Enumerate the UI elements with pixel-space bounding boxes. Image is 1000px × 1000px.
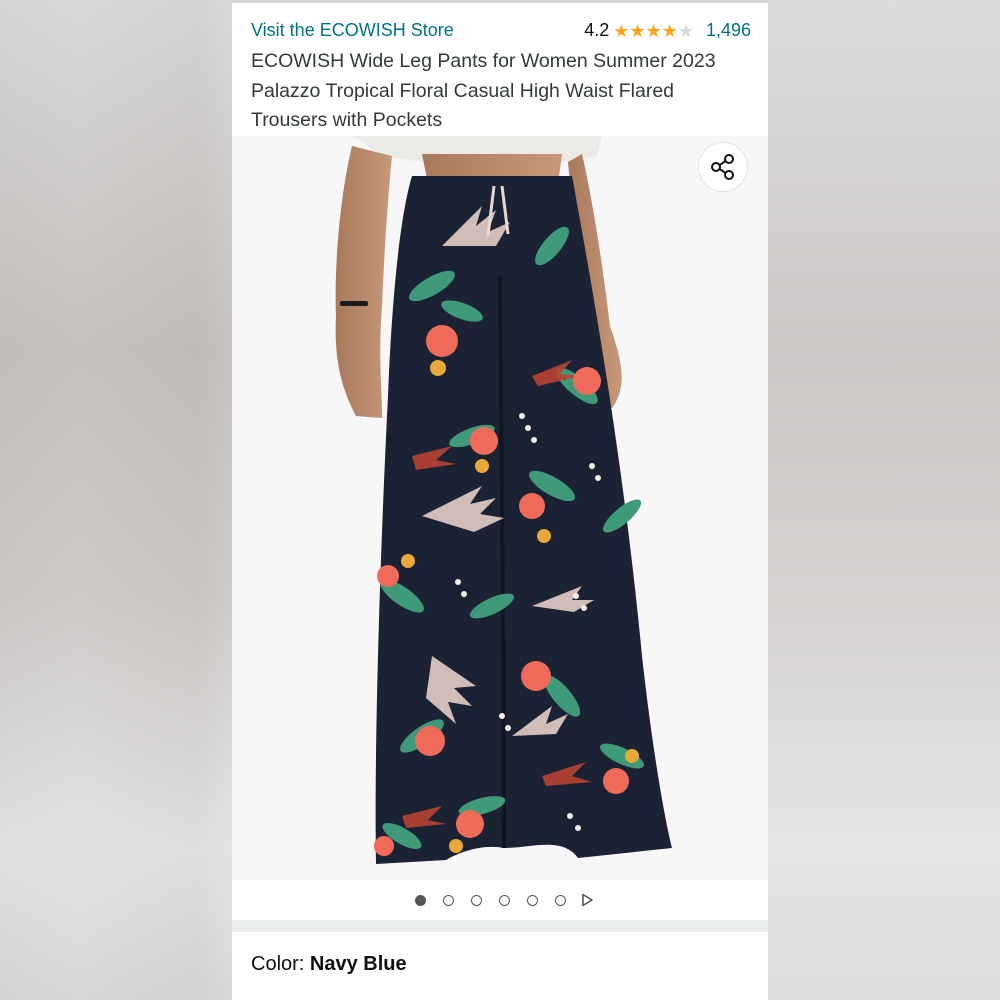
pagination-dot[interactable] <box>442 894 454 906</box>
backdrop-left <box>0 0 232 1000</box>
product-title: ECOWISH Wide Leg Pants for Women Summer … <box>251 50 716 131</box>
product-page: Visit the ECOWISH Store 4.2 ★ ★ ★ ★ ★ 1,… <box>232 0 768 1000</box>
backdrop-right <box>768 0 1000 1000</box>
product-image[interactable] <box>232 136 768 880</box>
top-divider <box>232 0 768 3</box>
pagination-dot[interactable] <box>470 894 482 906</box>
section-divider <box>232 920 768 932</box>
visit-store-link[interactable]: Visit the ECOWISH Store <box>251 20 454 41</box>
rating-summary[interactable]: 4.2 ★ ★ ★ ★ ★ 1,496 <box>584 20 751 41</box>
store-rating-row: Visit the ECOWISH Store 4.2 ★ ★ ★ ★ ★ 1,… <box>251 20 751 46</box>
star-icon: ★ <box>613 20 630 41</box>
color-selection: Color: Navy Blue <box>251 953 407 976</box>
review-count-link[interactable]: 1,496 <box>706 20 751 41</box>
color-value: Navy Blue <box>309 953 407 975</box>
image-pagination <box>232 888 768 912</box>
left-arm <box>335 146 392 418</box>
star-rating: ★ ★ ★ ★ ★ <box>613 22 694 40</box>
star-icon: ★ <box>661 20 678 41</box>
share-button[interactable] <box>698 142 748 192</box>
share-icon <box>711 154 734 180</box>
star-icon: ★ <box>645 20 662 41</box>
pagination-dot[interactable] <box>414 894 426 906</box>
pagination-dot[interactable] <box>554 894 566 906</box>
color-label: Color: <box>251 953 305 975</box>
play-next-icon[interactable] <box>580 893 594 907</box>
rating-value: 4.2 <box>584 20 610 40</box>
product-photo <box>335 136 672 864</box>
star-icon: ★ <box>629 20 646 41</box>
pagination-dot[interactable] <box>526 894 538 906</box>
star-empty-icon: ★ <box>677 20 694 41</box>
pagination-dot[interactable] <box>498 894 510 906</box>
bracelet <box>340 301 368 306</box>
